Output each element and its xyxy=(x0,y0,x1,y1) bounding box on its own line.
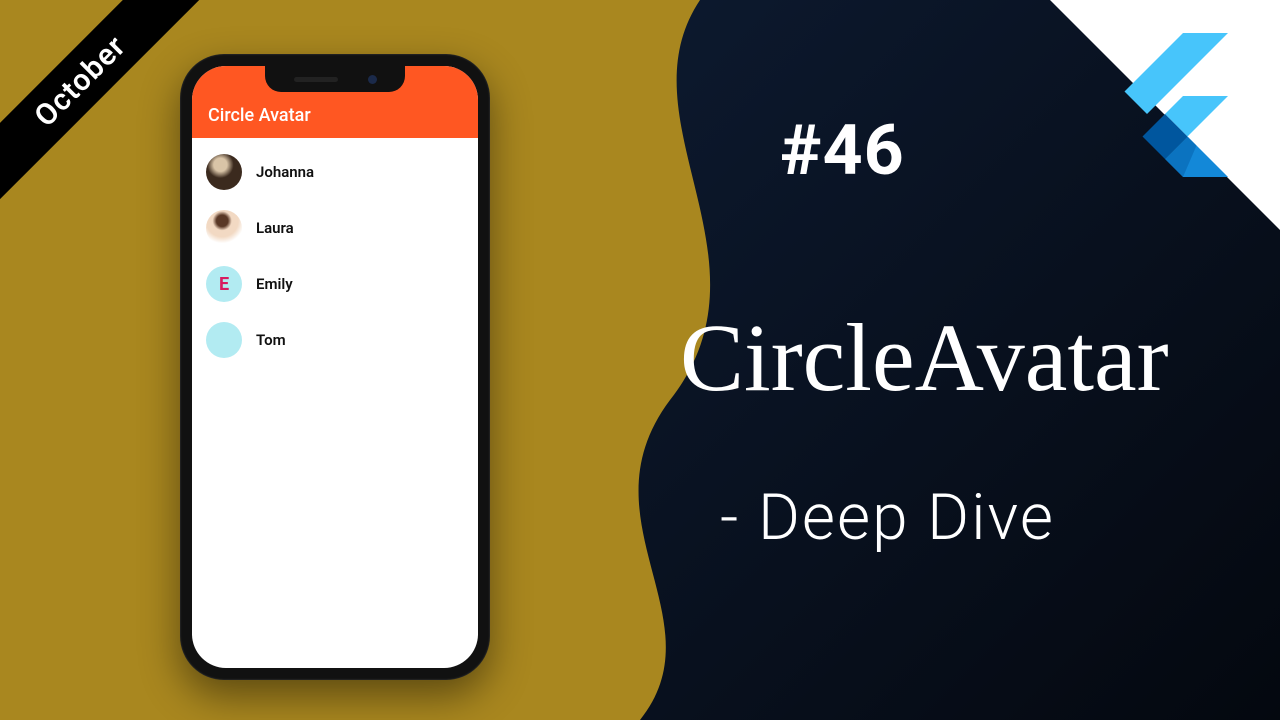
speaker-icon xyxy=(294,77,338,82)
phone-notch xyxy=(265,66,405,92)
avatar xyxy=(206,322,242,358)
ribbon-label: October xyxy=(27,28,132,133)
app-bar-title: Circle Avatar xyxy=(208,105,311,126)
title-circleavatar: CircleAvatar xyxy=(680,310,1169,406)
camera-icon xyxy=(368,75,377,84)
contact-name: Emily xyxy=(256,275,293,293)
avatar: E xyxy=(206,266,242,302)
list-item[interactable]: Laura xyxy=(192,200,478,256)
phone-mockup: Circle Avatar Johanna Laura E Emily Tom xyxy=(180,54,490,680)
contact-name: Laura xyxy=(256,219,294,237)
contact-name: Tom xyxy=(256,331,286,349)
flutter-logo-icon xyxy=(1096,30,1246,180)
list-item[interactable]: Tom xyxy=(192,312,478,368)
avatar xyxy=(206,210,242,246)
subtitle-deep-dive: - Deep Dive xyxy=(720,480,1055,555)
list-item[interactable]: E Emily xyxy=(192,256,478,312)
phone-screen: Circle Avatar Johanna Laura E Emily Tom xyxy=(192,66,478,668)
list-item[interactable]: Johanna xyxy=(192,144,478,200)
month-ribbon: October xyxy=(0,0,205,206)
episode-number: #46 xyxy=(780,110,905,192)
contact-name: Johanna xyxy=(256,163,314,181)
contact-list: Johanna Laura E Emily Tom xyxy=(192,138,478,374)
avatar xyxy=(206,154,242,190)
